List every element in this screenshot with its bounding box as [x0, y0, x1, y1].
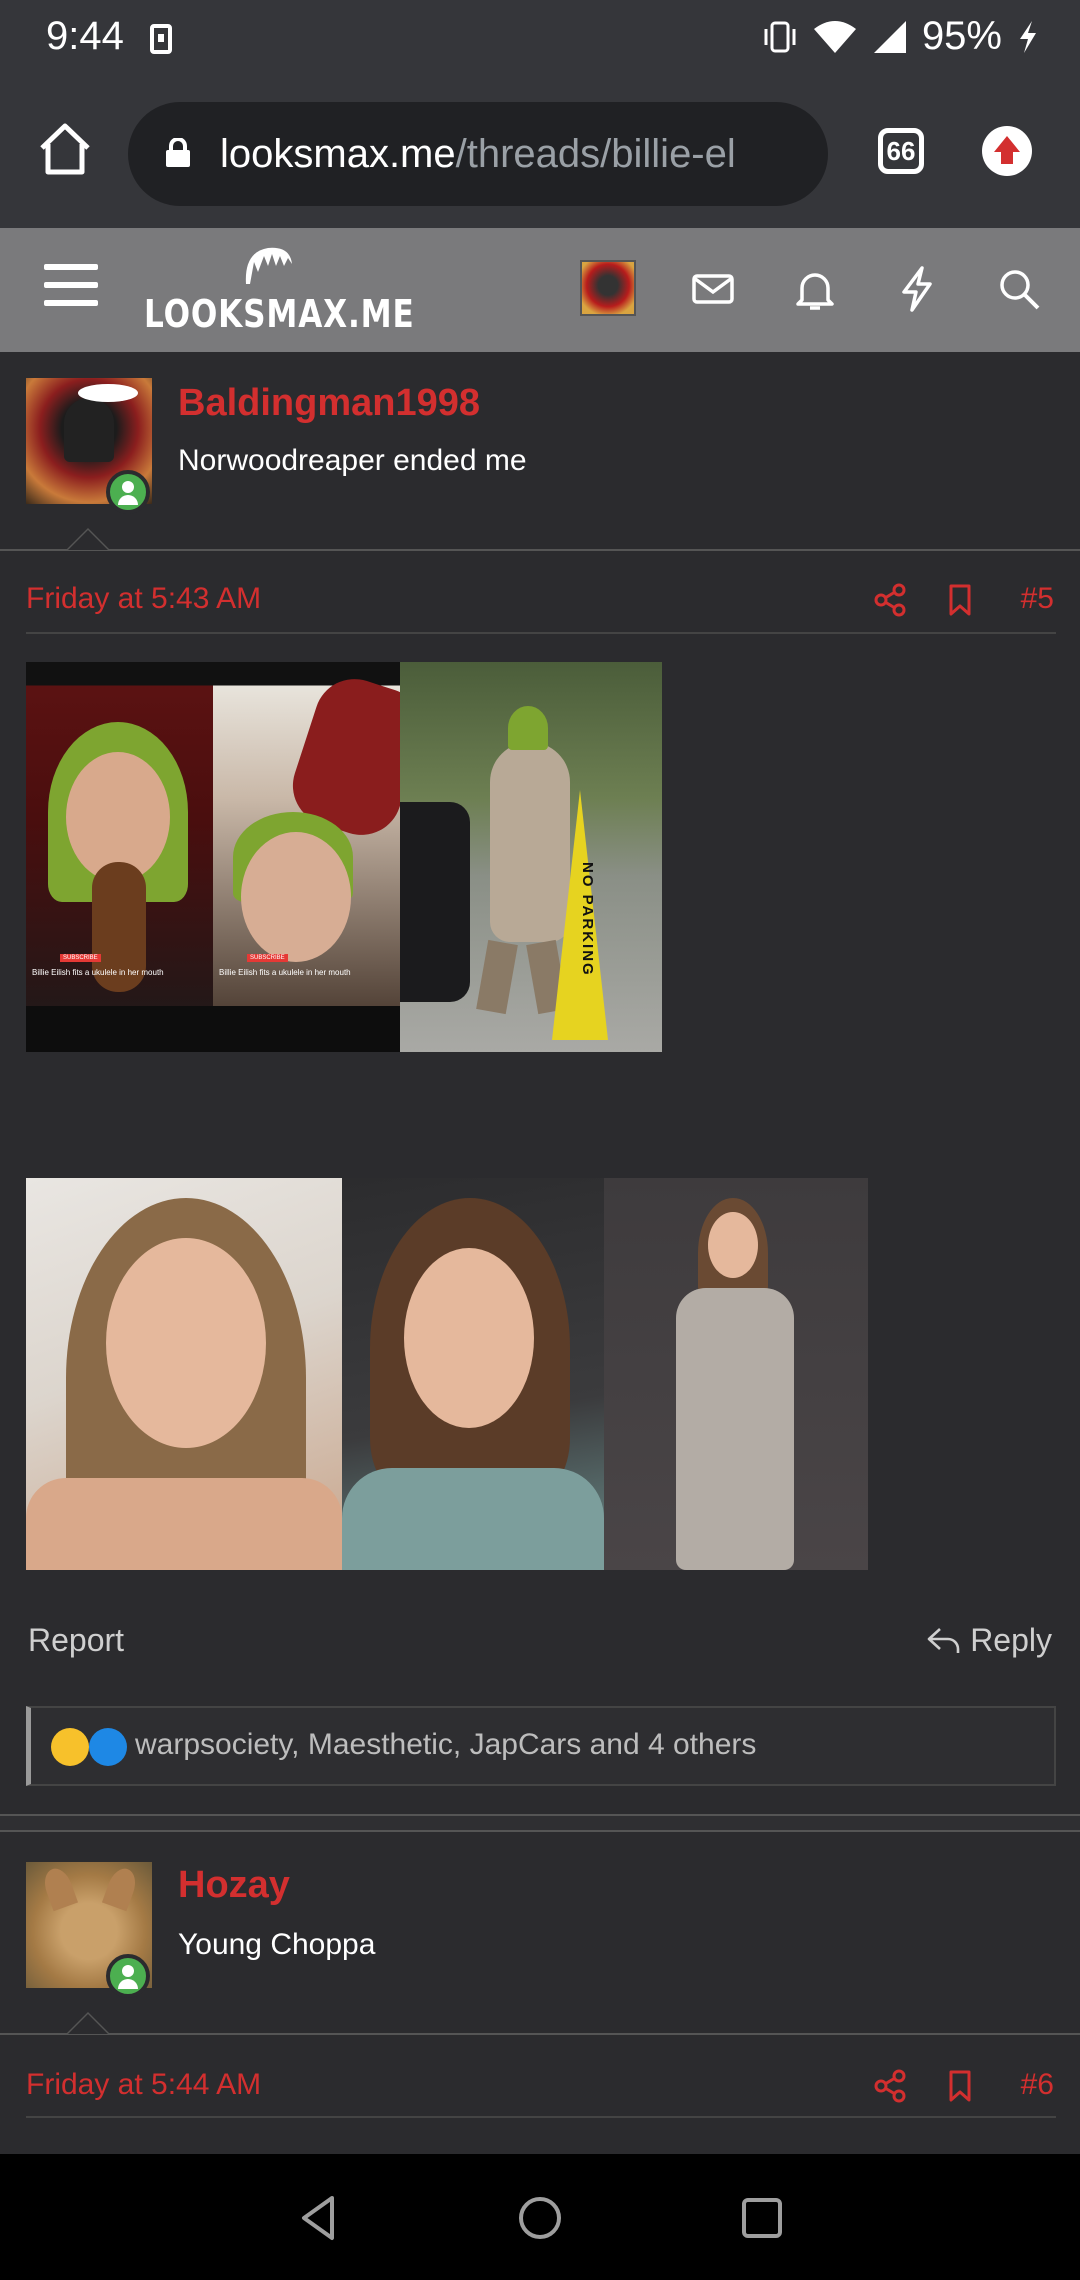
site-logo[interactable]: LOOKSMAX.ME	[144, 244, 414, 344]
avatar-ear	[39, 1864, 79, 1912]
post-date[interactable]: Friday at 5:44 AM	[26, 2068, 261, 2102]
post-number[interactable]: #6	[1021, 2068, 1054, 2102]
reactions-bar[interactable]: warpsociety, Maesthetic, JapCars and 4 o…	[26, 1706, 1056, 1786]
tiktok-caption: Billie Eilish fits a ukulele in her mout…	[32, 968, 164, 977]
meta-divider	[26, 632, 1056, 634]
home-icon[interactable]	[36, 120, 94, 178]
bookmark-icon[interactable]	[942, 582, 978, 618]
hamburger-icon[interactable]	[44, 264, 98, 312]
face	[708, 1212, 758, 1278]
user-title: Norwoodreaper ended me	[178, 444, 527, 477]
face	[404, 1248, 534, 1428]
status-time: 9:44	[46, 14, 124, 58]
share-icon[interactable]	[872, 582, 908, 618]
status-bar: 9:44 95%	[0, 0, 1080, 80]
username[interactable]: Hozay	[178, 1864, 290, 1907]
divider	[0, 2033, 1080, 2035]
post-user-block: Baldingman1998 Norwoodreaper ended me	[0, 352, 1080, 552]
tabs-button[interactable]: 66	[878, 128, 924, 174]
green-hair	[508, 706, 548, 750]
bookmark-icon[interactable]	[942, 2068, 978, 2104]
divider	[0, 549, 1080, 551]
tiktok-screenshot-2[interactable]: Billie Eilish fits a ukulele in her mout…	[213, 662, 400, 1052]
avatar-reaper-figure	[64, 398, 114, 462]
post-pointer	[66, 528, 110, 550]
site-header: LOOKSMAX.ME	[0, 228, 1080, 352]
portrait-photo-3[interactable]	[604, 1178, 868, 1570]
username[interactable]: Baldingman1998	[178, 382, 480, 425]
bolt-icon[interactable]	[892, 264, 942, 314]
charging-icon	[1020, 20, 1036, 53]
screen: 9:44 95% looksmax.me/threads/billie-el 6…	[0, 0, 1080, 2280]
street-photo[interactable]: NO PARKING	[400, 662, 662, 1052]
share-icon[interactable]	[872, 2068, 908, 2104]
logo-hair-icon	[245, 247, 292, 284]
subscribe-badge: SUBSCRIBE	[247, 954, 288, 962]
url-path: /threads/billie-el	[455, 132, 736, 176]
post-date[interactable]: Friday at 5:43 AM	[26, 582, 261, 616]
tiktok-screenshot-1[interactable]: Billie Eilish fits a ukulele in her mout…	[26, 662, 213, 1052]
post-meta: Friday at 5:44 AM #6	[26, 2058, 1054, 2118]
lock-icon	[166, 138, 190, 167]
back-nav-icon[interactable]	[294, 2192, 346, 2244]
notification-icon	[150, 24, 172, 54]
search-icon[interactable]	[994, 264, 1044, 314]
url-text[interactable]: looksmax.me/threads/billie-el	[220, 132, 810, 177]
wifi-icon	[813, 20, 856, 53]
car	[400, 802, 470, 1002]
shirt	[342, 1468, 604, 1570]
logo-text: LOOKSMAX.ME	[144, 292, 415, 336]
online-status-icon	[106, 1954, 150, 1998]
home-nav-icon[interactable]	[514, 2192, 566, 2244]
avatar-ear	[101, 1864, 141, 1912]
update-icon[interactable]	[982, 126, 1032, 176]
address-bar[interactable]: looksmax.me/threads/billie-el	[128, 102, 828, 206]
online-status-icon	[106, 470, 150, 514]
bell-icon[interactable]	[790, 264, 840, 314]
like-emoji-icon	[89, 1728, 127, 1766]
leg	[476, 939, 518, 1015]
post-user-block: Hozay Young Choppa	[0, 1834, 1080, 2034]
post-number[interactable]: #5	[1021, 582, 1054, 616]
browser-toolbar: looksmax.me/threads/billie-el 66	[0, 80, 1080, 228]
user-title: Young Choppa	[178, 1928, 376, 1961]
vibrate-icon	[764, 21, 796, 52]
tab-count: 66	[886, 136, 916, 166]
portrait-photo-1[interactable]	[26, 1178, 342, 1570]
user-avatar[interactable]	[26, 1862, 152, 1998]
report-link[interactable]: Report	[28, 1622, 124, 1659]
user-avatar[interactable]	[26, 378, 152, 514]
mail-icon[interactable]	[688, 264, 738, 314]
recents-nav-icon[interactable]	[736, 2192, 788, 2244]
battery-percent: 95%	[921, 14, 1002, 58]
post-pointer	[66, 2012, 110, 2034]
laugh-emoji-icon	[51, 1728, 89, 1766]
post-separator	[0, 1814, 1080, 1832]
meta-divider	[26, 2116, 1056, 2118]
face	[106, 1238, 266, 1448]
avatar-speech-bubble	[78, 384, 138, 402]
tiktok-controls	[26, 1006, 213, 1052]
cone-text: NO PARKING	[579, 862, 596, 977]
reply-icon	[927, 1627, 960, 1653]
post-meta: Friday at 5:43 AM #5	[26, 572, 1054, 632]
system-nav-bar	[0, 2154, 1080, 2280]
reactions-text[interactable]: warpsociety, Maesthetic, JapCars and 4 o…	[135, 1728, 756, 1762]
tiktok-caption: Billie Eilish fits a ukulele in her mout…	[219, 968, 351, 977]
account-avatar[interactable]	[580, 260, 636, 316]
portrait-photo-2[interactable]	[342, 1178, 604, 1570]
url-domain: looksmax.me	[220, 132, 456, 176]
dress	[676, 1288, 794, 1570]
face	[241, 832, 351, 962]
subscribe-badge: SUBSCRIBE	[60, 954, 101, 962]
signal-icon	[873, 20, 906, 53]
reply-button[interactable]: Reply	[926, 1622, 1052, 1659]
tiktok-controls	[213, 1006, 400, 1052]
shoulders	[26, 1478, 342, 1570]
reply-label: Reply	[970, 1622, 1052, 1658]
